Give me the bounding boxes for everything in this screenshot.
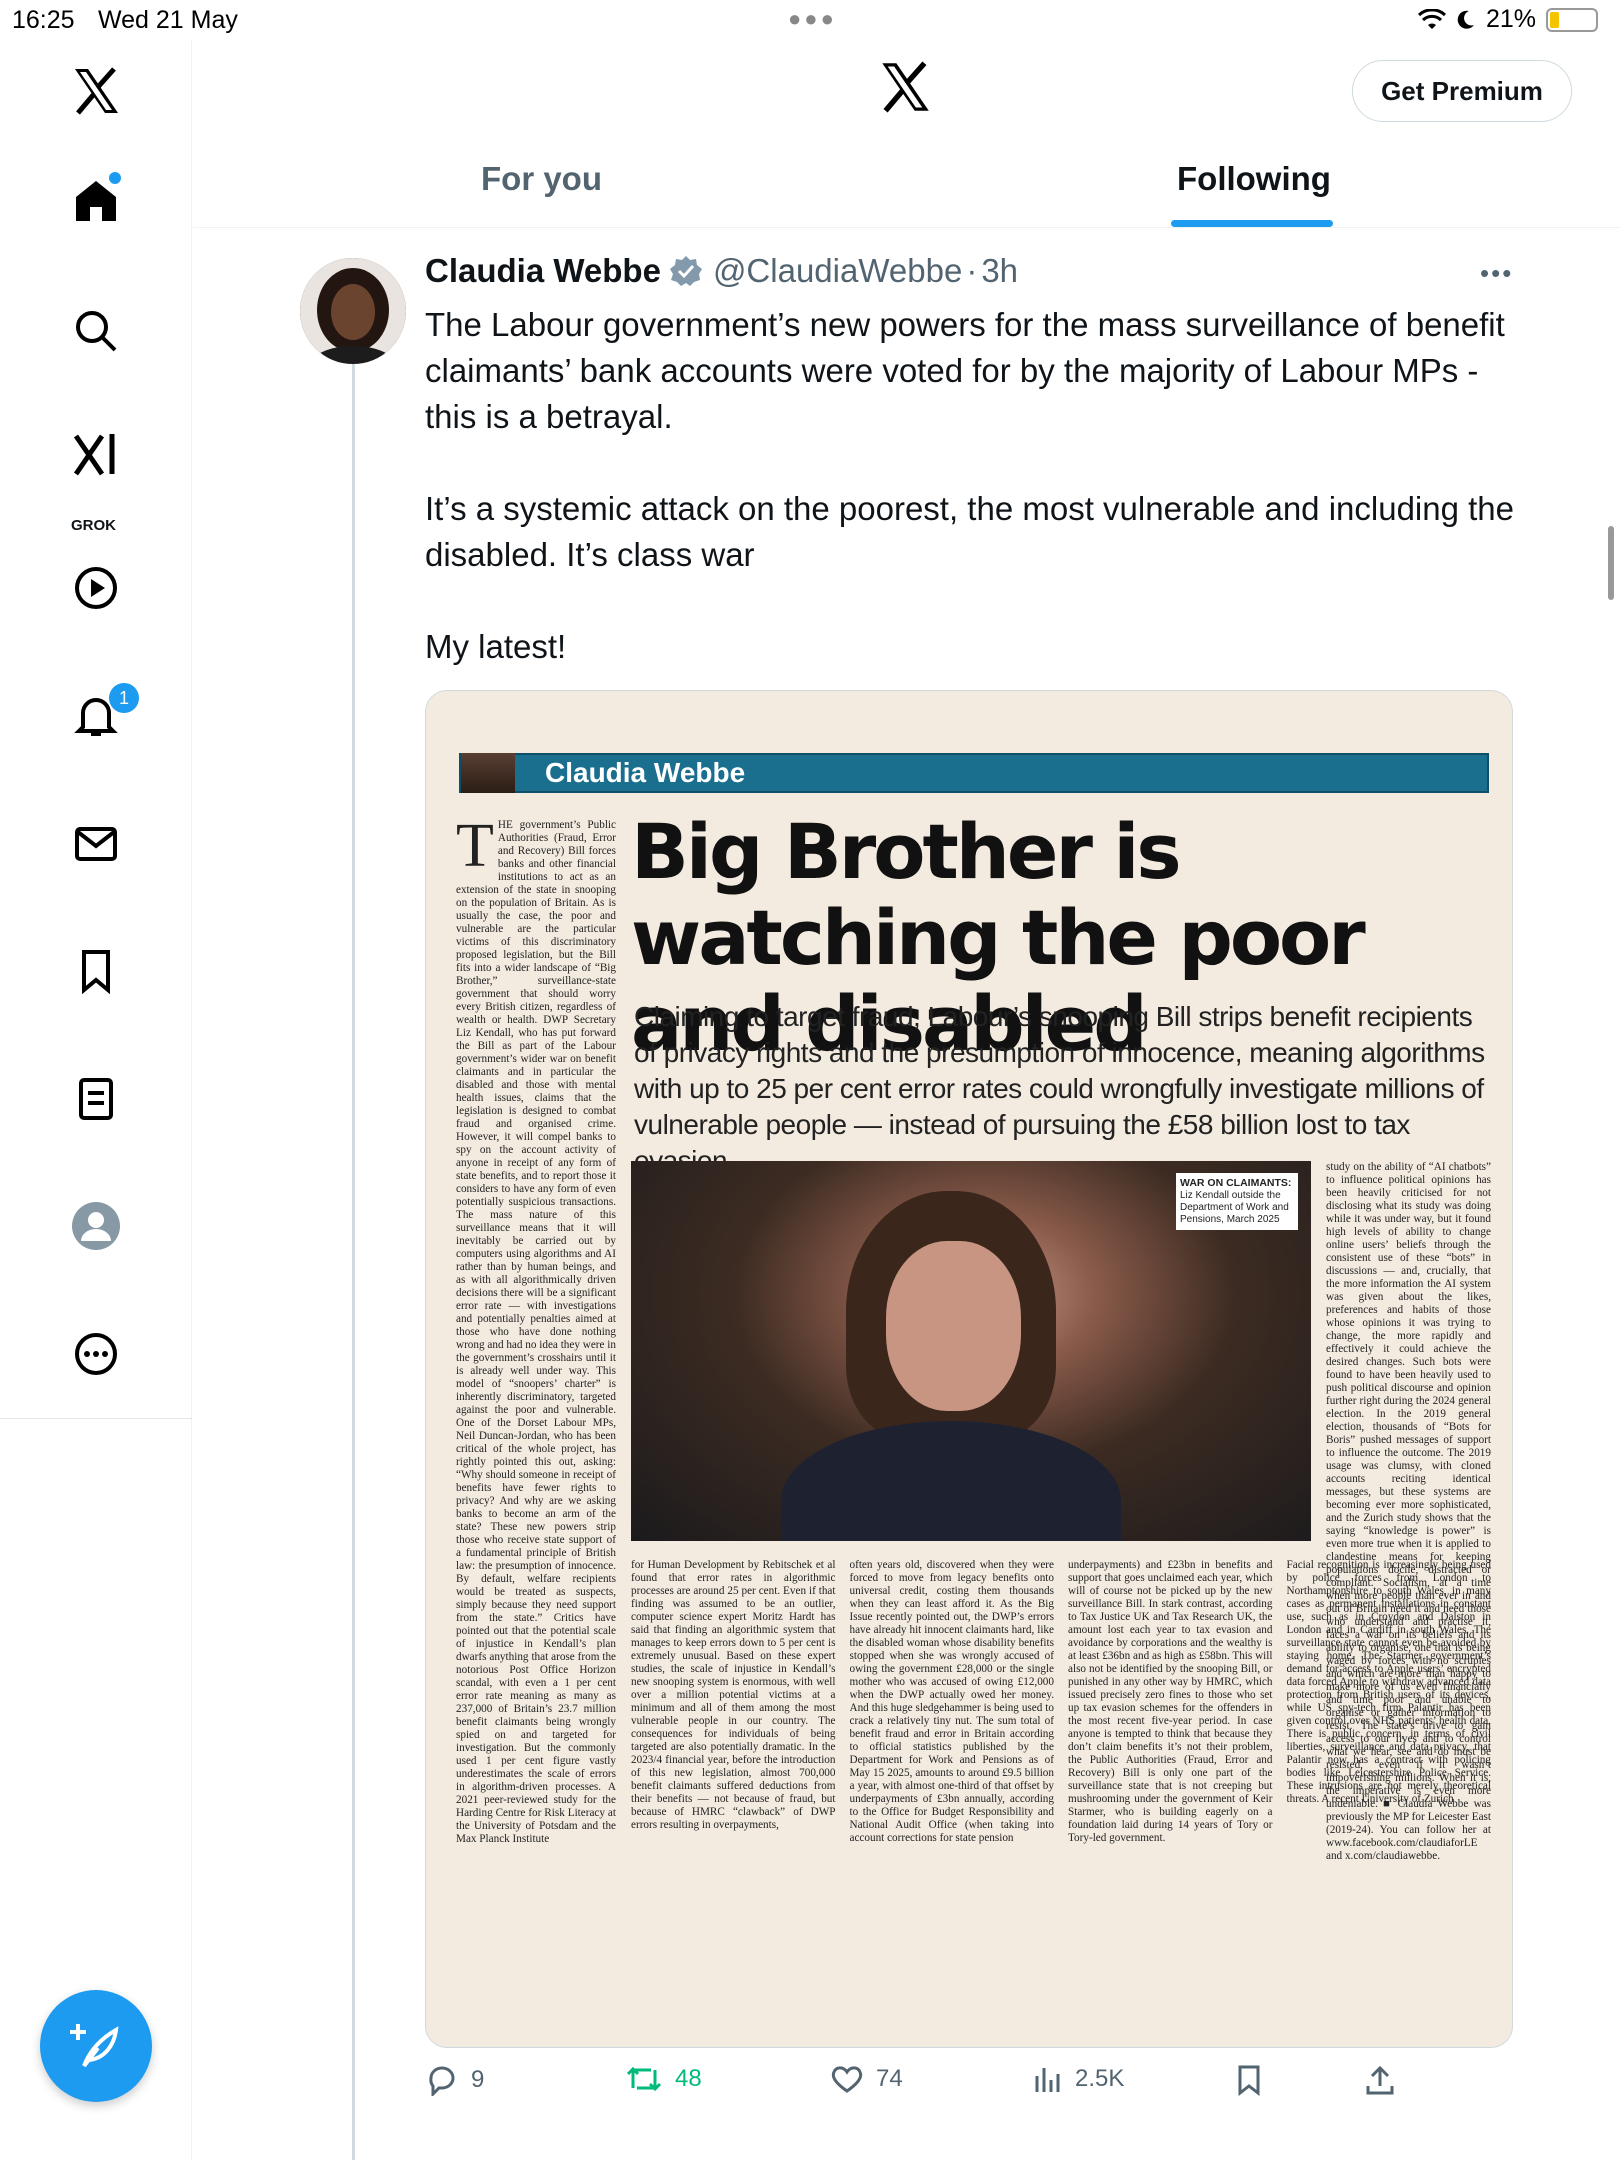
tweet-age[interactable]: 3h [981, 252, 1018, 290]
thread-line [352, 364, 355, 2160]
author-name[interactable]: Claudia Webbe [425, 252, 661, 290]
video-play-icon[interactable] [65, 557, 127, 619]
repost-icon [626, 2066, 662, 2092]
share-button[interactable] [1365, 2064, 1395, 2096]
bookmark-button[interactable] [1235, 2064, 1263, 2096]
tab-following[interactable]: Following [1177, 160, 1331, 198]
bookmark-icon[interactable] [65, 940, 127, 1002]
sidebar: GROK 1 [0, 40, 192, 2160]
notifications-badge: 1 [109, 683, 139, 713]
status-right: 21% [1417, 5, 1598, 34]
x-logo-icon[interactable] [65, 60, 127, 122]
home-icon[interactable] [65, 170, 127, 232]
wifi-icon [1417, 8, 1446, 29]
repost-button[interactable]: 48 [625, 2064, 702, 2094]
battery-icon [1546, 7, 1598, 32]
photo-face [886, 1241, 1021, 1411]
scrollbar-thumb[interactable] [1608, 526, 1614, 600]
tab-for-you[interactable]: For you [481, 160, 602, 198]
status-time: 16:25 [12, 6, 75, 34]
timeline-header: Get Premium For you Following [193, 40, 1620, 228]
status-bar: 16:25 Wed 21 May ●●● 21% [0, 0, 1620, 40]
tweet-paragraph: The Labour government’s new powers for t… [425, 306, 1505, 435]
banner-portrait [461, 753, 515, 793]
active-tab-indicator [1171, 220, 1333, 227]
article-column: underpayments) and £23bn in benefits and… [1068, 1559, 1273, 1844]
reply-button[interactable]: 9 [425, 2064, 484, 2096]
tweet-header: Claudia Webbe @ClaudiaWebbe · 3h [425, 252, 1018, 290]
view-count: 2.5K [1075, 2065, 1125, 2092]
photo-body [781, 1421, 1121, 1541]
reply-icon [429, 2066, 455, 2096]
battery-percent: 21% [1485, 5, 1536, 33]
tweet-paragraph: It’s a systemic attack on the poorest, t… [425, 490, 1514, 573]
article-left-column: T HE government’s Public Authorities (Fra… [456, 819, 616, 1969]
bookmark-icon [1238, 2065, 1260, 2096]
messages-envelope-icon[interactable] [65, 813, 127, 875]
like-count: 74 [876, 2065, 903, 2092]
profile-avatar-icon[interactable] [65, 1195, 127, 1257]
notifications-bell-icon[interactable]: 1 [65, 683, 139, 747]
moon-icon [1457, 10, 1474, 29]
sidebar-divider [0, 1418, 192, 1419]
article-column: Facial recognition is increasingly being… [1286, 1559, 1492, 1805]
repost-count: 48 [675, 2065, 702, 2092]
search-icon[interactable] [65, 300, 127, 362]
heart-icon [831, 2066, 863, 2093]
lists-icon[interactable] [65, 1068, 127, 1130]
status-date: Wed 21 May [98, 6, 238, 34]
drop-cap: T [456, 819, 494, 880]
more-options-icon[interactable] [65, 1323, 127, 1385]
grok-icon[interactable] [65, 424, 127, 486]
tweet-paragraph: My latest! [425, 628, 567, 665]
compose-post-button[interactable] [40, 1990, 152, 2102]
author-handle[interactable]: @ClaudiaWebbe [713, 252, 962, 290]
multitask-dots-icon[interactable]: ●●● [788, 6, 837, 32]
separator: · [966, 252, 978, 289]
reply-count: 9 [471, 2066, 485, 2093]
tweet-media-image[interactable]: Claudia Webbe T HE government’s Public Au… [425, 690, 1513, 2048]
article-standfirst: Claiming to target fraud, Labour’s snoop… [634, 1001, 1485, 1176]
article-photo: WAR ON CLAIMANTS: Liz Kendall outside th… [631, 1161, 1311, 1541]
compose-feather-icon [70, 2024, 119, 2068]
caption-text: Liz Kendall outside the Department of Wo… [1180, 1190, 1289, 1225]
left-column-text: HE government’s Public Authorities (Frau… [456, 819, 616, 1845]
article-lower-columns: for Human Development by Rebitschek et a… [631, 1559, 1491, 2019]
views-chart-icon [1035, 2068, 1060, 2092]
author-avatar[interactable] [300, 258, 406, 364]
banner-author-name: Claudia Webbe [545, 757, 746, 788]
like-button[interactable]: 74 [830, 2064, 903, 2094]
home-unread-dot [109, 172, 121, 184]
tweet-actions: 9 48 74 2.5K [425, 2064, 1425, 2114]
verified-badge-icon [669, 256, 702, 286]
views-button[interactable]: 2.5K [1033, 2064, 1124, 2094]
grok-label: GROK [71, 517, 116, 534]
article-column: often years old, discovered when they we… [849, 1559, 1055, 1844]
article-column: for Human Development by Rebitschek et a… [631, 1559, 836, 1831]
x-logo-icon[interactable] [878, 60, 932, 119]
share-icon [1366, 2065, 1394, 2095]
caption-title: WAR ON CLAIMANTS: [1180, 1177, 1292, 1189]
article-banner: Claudia Webbe [459, 753, 1489, 793]
tweet-text: The Labour government’s new powers for t… [425, 302, 1535, 716]
get-premium-button[interactable]: Get Premium [1352, 60, 1572, 122]
tweet-more-icon[interactable]: ••• [1480, 258, 1513, 289]
photo-caption: WAR ON CLAIMANTS: Liz Kendall outside th… [1176, 1173, 1298, 1230]
